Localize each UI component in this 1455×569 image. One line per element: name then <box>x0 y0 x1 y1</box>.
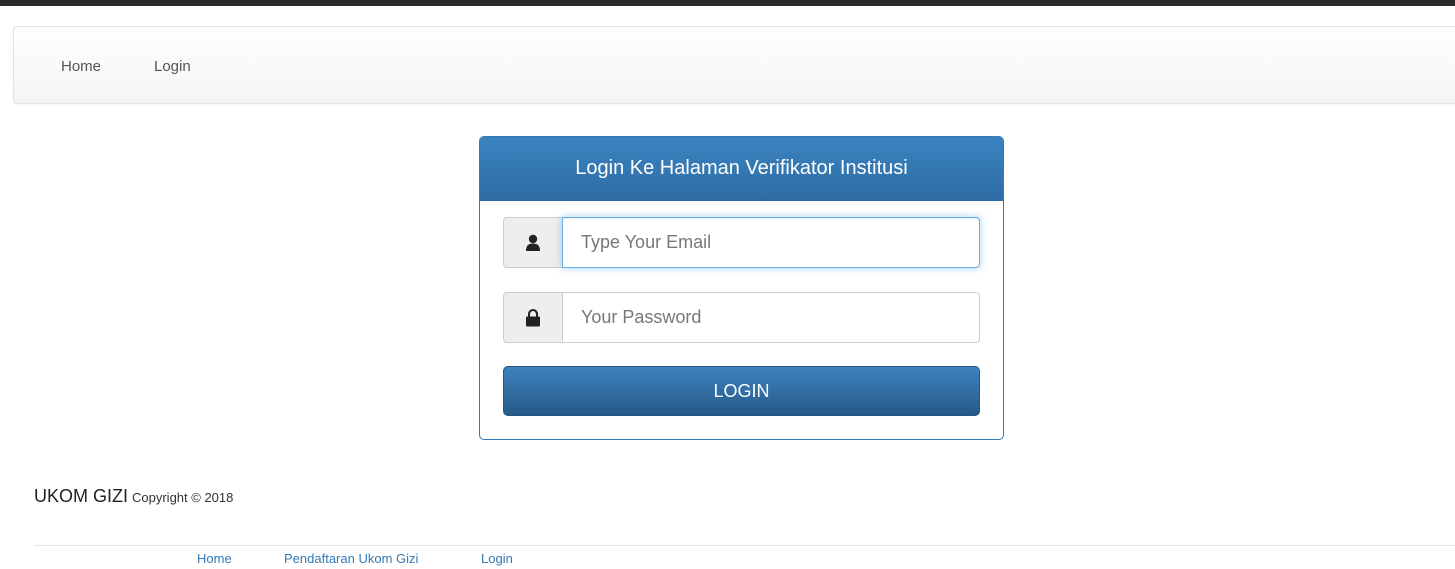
top-border <box>0 0 1455 6</box>
footer-pendaftaran-link[interactable]: Pendaftaran Ukom Gizi <box>284 551 418 566</box>
password-field[interactable] <box>562 292 980 343</box>
top-navbar: Home Login <box>13 26 1455 104</box>
email-field[interactable] <box>562 217 980 268</box>
login-panel: Login Ke Halaman Verifikator Institusi L… <box>479 136 1004 440</box>
footer-login-link[interactable]: Login <box>481 551 513 566</box>
footer-divider <box>34 545 1455 546</box>
footer-brand: UKOM GIZI Copyright © 2018 <box>34 486 233 507</box>
nav-login-link[interactable]: Login <box>154 58 191 75</box>
brand-name: UKOM GIZI <box>34 486 128 506</box>
login-button[interactable]: LOGIN <box>503 366 980 416</box>
copyright-text: Copyright © 2018 <box>132 490 234 505</box>
lock-icon <box>503 292 562 343</box>
password-input-group <box>503 292 980 343</box>
nav-home-link[interactable]: Home <box>61 58 101 75</box>
user-icon <box>503 217 562 268</box>
footer-home-link[interactable]: Home <box>197 551 232 566</box>
login-panel-title: Login Ke Halaman Verifikator Institusi <box>480 137 1003 201</box>
email-input-group <box>503 217 980 268</box>
